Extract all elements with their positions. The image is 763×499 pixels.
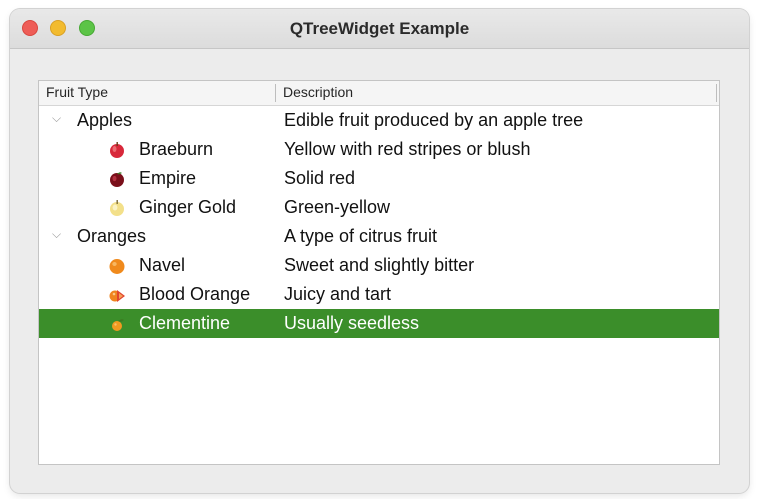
- dark-red-apple-icon: [110, 172, 124, 187]
- tree-row-oranges[interactable]: ⌵ Oranges A type of citrus fruit: [39, 222, 719, 251]
- tree-row-apples[interactable]: ⌵ Apples Edible fruit produced by an app…: [39, 106, 719, 135]
- tree-row-clementine[interactable]: Clementine Usually seedless: [39, 309, 719, 338]
- row-description: Sweet and slightly bitter: [284, 255, 475, 275]
- row-name: Oranges: [77, 226, 147, 246]
- row-description: Yellow with red stripes or blush: [284, 139, 531, 159]
- row-description: Green-yellow: [284, 197, 391, 217]
- tree-row-blood-orange[interactable]: Blood Orange Juicy and tart: [39, 280, 719, 309]
- clementine-icon: [112, 319, 124, 331]
- row-name: Braeburn: [139, 139, 214, 159]
- blood-orange-icon: [109, 290, 125, 302]
- row-name: Empire: [139, 168, 197, 188]
- chevron-down-icon[interactable]: ⌵: [52, 228, 64, 240]
- tree-row-empire[interactable]: Empire Solid red: [39, 164, 719, 193]
- tree-header: Fruit Type Description: [39, 81, 719, 106]
- window-title: QTreeWidget Example: [289, 19, 470, 38]
- red-apple-icon: [110, 142, 124, 158]
- column-divider[interactable]: [275, 84, 276, 102]
- title-bar[interactable]: QTreeWidget Example: [10, 9, 749, 49]
- row-name: Blood Orange: [139, 284, 251, 304]
- row-name: Ginger Gold: [139, 197, 237, 217]
- row-description: Usually seedless: [284, 313, 420, 333]
- column-header-fruit-type[interactable]: Fruit Type: [46, 84, 108, 100]
- orange-icon: [109, 259, 125, 274]
- tree-rows: ⌵ Apples Edible fruit produced by an app…: [39, 106, 719, 338]
- tree-row-braeburn[interactable]: Braeburn Yellow with red stripes or blus…: [39, 135, 719, 164]
- row-description: A type of citrus fruit: [284, 226, 438, 246]
- column-header-description[interactable]: Description: [283, 84, 353, 100]
- row-name: Clementine: [139, 313, 231, 333]
- tree-row-navel[interactable]: Navel Sweet and slightly bitter: [39, 251, 719, 280]
- row-name: Navel: [139, 255, 186, 275]
- fruit-tree-widget[interactable]: Fruit Type Description ⌵ Apples Edible f…: [38, 80, 720, 465]
- yellow-apple-icon: [110, 200, 124, 216]
- row-name: Apples: [77, 110, 133, 130]
- app-window: QTreeWidget Example Fruit Type Descripti…: [10, 9, 749, 493]
- row-description: Solid red: [284, 168, 356, 188]
- column-divider[interactable]: [716, 84, 717, 102]
- row-description: Edible fruit produced by an apple tree: [284, 110, 584, 130]
- tree-row-ginger-gold[interactable]: Ginger Gold Green-yellow: [39, 193, 719, 222]
- chevron-down-icon[interactable]: ⌵: [52, 112, 64, 124]
- row-description: Juicy and tart: [284, 284, 392, 304]
